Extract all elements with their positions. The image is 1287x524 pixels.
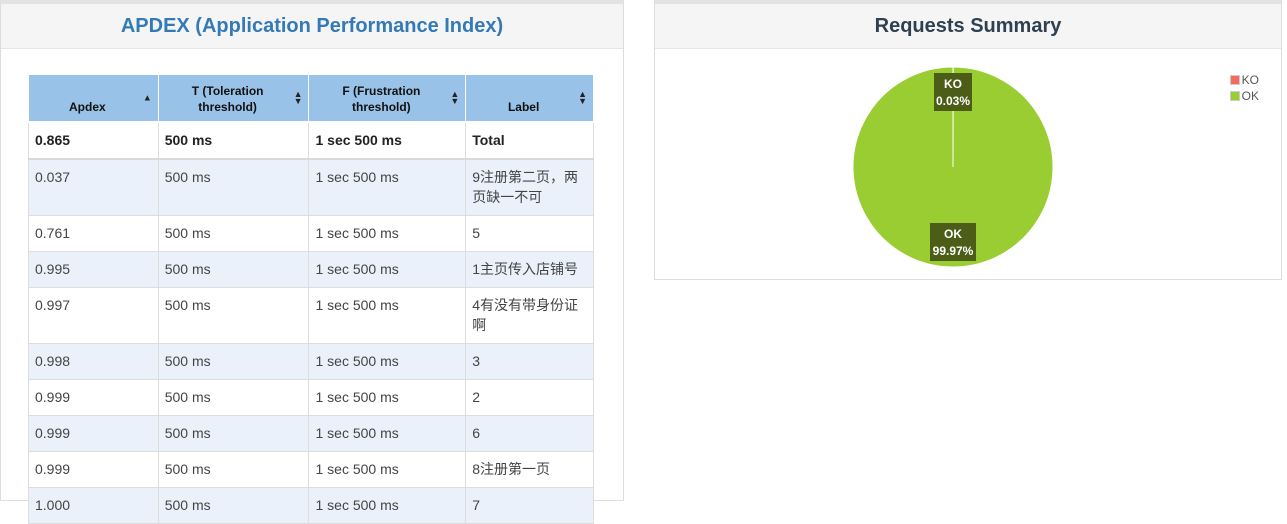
table-cell: 0.761 bbox=[29, 216, 159, 252]
pie-label-ok: OK 99.97% bbox=[930, 223, 976, 261]
table-cell: 500 ms bbox=[158, 380, 309, 416]
column-header-label: Label bbox=[472, 99, 575, 119]
table-cell: 500 ms bbox=[158, 216, 309, 252]
table-cell: 6 bbox=[466, 416, 594, 452]
table-cell: 500 ms bbox=[158, 159, 309, 216]
table-cell: 1 sec 500 ms bbox=[309, 252, 466, 288]
pie-label-value: 0.03% bbox=[936, 94, 970, 108]
table-cell: 1 sec 500 ms bbox=[309, 122, 466, 159]
table-cell: 1主页传入店铺号 bbox=[466, 252, 594, 288]
apdex-panel: APDEX (Application Performance Index) Ap… bbox=[0, 0, 624, 501]
requests-summary-title: Requests Summary bbox=[655, 4, 1281, 49]
table-cell: 1 sec 500 ms bbox=[309, 288, 466, 344]
table-cell: 1 sec 500 ms bbox=[309, 380, 466, 416]
column-header-label-col[interactable]: Label ▲▼ bbox=[466, 75, 594, 123]
table-cell: 0.999 bbox=[29, 380, 159, 416]
sort-icon: ▲▼ bbox=[578, 91, 587, 105]
column-header-toleration[interactable]: T (Toleration threshold) ▲▼ bbox=[158, 75, 309, 123]
table-cell: 2 bbox=[466, 380, 594, 416]
pie-chart-area: KO 0.03% OK 99.97% KO OK bbox=[655, 52, 1281, 280]
requests-pie-chart: KO 0.03% OK 99.97% bbox=[655, 52, 1281, 280]
table-cell: 5 bbox=[466, 216, 594, 252]
total-row: 0.865 500 ms 1 sec 500 ms Total bbox=[29, 122, 594, 159]
table-cell: 1.000 bbox=[29, 488, 159, 524]
table-cell: 4有没有带身份证啊 bbox=[466, 288, 594, 344]
table-row: 1.000500 ms1 sec 500 ms7 bbox=[29, 488, 594, 524]
table-cell: 0.995 bbox=[29, 252, 159, 288]
column-header-apdex[interactable]: Apdex ▲ bbox=[29, 75, 159, 123]
chart-legend: KO OK bbox=[1230, 72, 1259, 104]
table-cell: 3 bbox=[466, 344, 594, 380]
sort-icon: ▲▼ bbox=[294, 91, 303, 105]
pie-label-value: 99.97% bbox=[933, 244, 974, 258]
table-cell: 9注册第二页，两页缺一不可 bbox=[466, 159, 594, 216]
table-row: 0.037500 ms1 sec 500 ms9注册第二页，两页缺一不可 bbox=[29, 159, 594, 216]
pie-label-name: KO bbox=[944, 77, 962, 91]
pie-label-ko: KO 0.03% bbox=[934, 73, 972, 111]
apdex-header-row: Apdex ▲ T (Toleration threshold) ▲▼ F (F… bbox=[29, 75, 594, 123]
legend-swatch-ko bbox=[1230, 75, 1240, 85]
table-row: 0.999500 ms1 sec 500 ms2 bbox=[29, 380, 594, 416]
table-row: 0.761500 ms1 sec 500 ms5 bbox=[29, 216, 594, 252]
table-cell: 500 ms bbox=[158, 488, 309, 524]
table-cell: 0.999 bbox=[29, 452, 159, 488]
column-header-label: Apdex bbox=[35, 99, 140, 119]
table-cell: 1 sec 500 ms bbox=[309, 344, 466, 380]
legend-label-ko: KO bbox=[1242, 73, 1259, 87]
table-row: 0.995500 ms1 sec 500 ms1主页传入店铺号 bbox=[29, 252, 594, 288]
table-cell: 0.999 bbox=[29, 416, 159, 452]
table-cell: 0.997 bbox=[29, 288, 159, 344]
table-cell: 500 ms bbox=[158, 288, 309, 344]
table-cell: 8注册第一页 bbox=[466, 452, 594, 488]
table-cell: 500 ms bbox=[158, 344, 309, 380]
sort-ascending-icon: ▲ bbox=[143, 95, 152, 102]
table-cell: 1 sec 500 ms bbox=[309, 159, 466, 216]
apdex-table: Apdex ▲ T (Toleration threshold) ▲▼ F (F… bbox=[28, 74, 594, 524]
requests-summary-panel: Requests Summary KO 0.03% OK 99.97% KO OK bbox=[654, 0, 1282, 280]
table-cell: 0.865 bbox=[29, 122, 159, 159]
table-cell: 0.998 bbox=[29, 344, 159, 380]
table-cell: 500 ms bbox=[158, 416, 309, 452]
column-header-label: T (Toleration threshold) bbox=[165, 83, 291, 119]
pie-label-name: OK bbox=[944, 227, 962, 241]
table-cell: 1 sec 500 ms bbox=[309, 488, 466, 524]
table-row: 0.998500 ms1 sec 500 ms3 bbox=[29, 344, 594, 380]
apdex-title: APDEX (Application Performance Index) bbox=[1, 4, 623, 49]
table-cell: 500 ms bbox=[158, 452, 309, 488]
table-cell: Total bbox=[466, 122, 594, 159]
table-cell: 1 sec 500 ms bbox=[309, 452, 466, 488]
table-cell: 500 ms bbox=[158, 122, 309, 159]
legend-label-ok: OK bbox=[1242, 89, 1259, 103]
table-cell: 500 ms bbox=[158, 252, 309, 288]
legend-item-ok[interactable]: OK bbox=[1230, 88, 1259, 104]
table-row: 0.999500 ms1 sec 500 ms6 bbox=[29, 416, 594, 452]
legend-swatch-ok bbox=[1230, 91, 1240, 101]
table-cell: 1 sec 500 ms bbox=[309, 216, 466, 252]
table-cell: 7 bbox=[466, 488, 594, 524]
table-cell: 1 sec 500 ms bbox=[309, 416, 466, 452]
column-header-label: F (Frustration threshold) bbox=[315, 83, 447, 119]
table-row: 0.999500 ms1 sec 500 ms8注册第一页 bbox=[29, 452, 594, 488]
table-cell: 0.037 bbox=[29, 159, 159, 216]
legend-item-ko[interactable]: KO bbox=[1230, 72, 1259, 88]
table-row: 0.997500 ms1 sec 500 ms4有没有带身份证啊 bbox=[29, 288, 594, 344]
sort-icon: ▲▼ bbox=[450, 91, 459, 105]
column-header-frustration[interactable]: F (Frustration threshold) ▲▼ bbox=[309, 75, 466, 123]
